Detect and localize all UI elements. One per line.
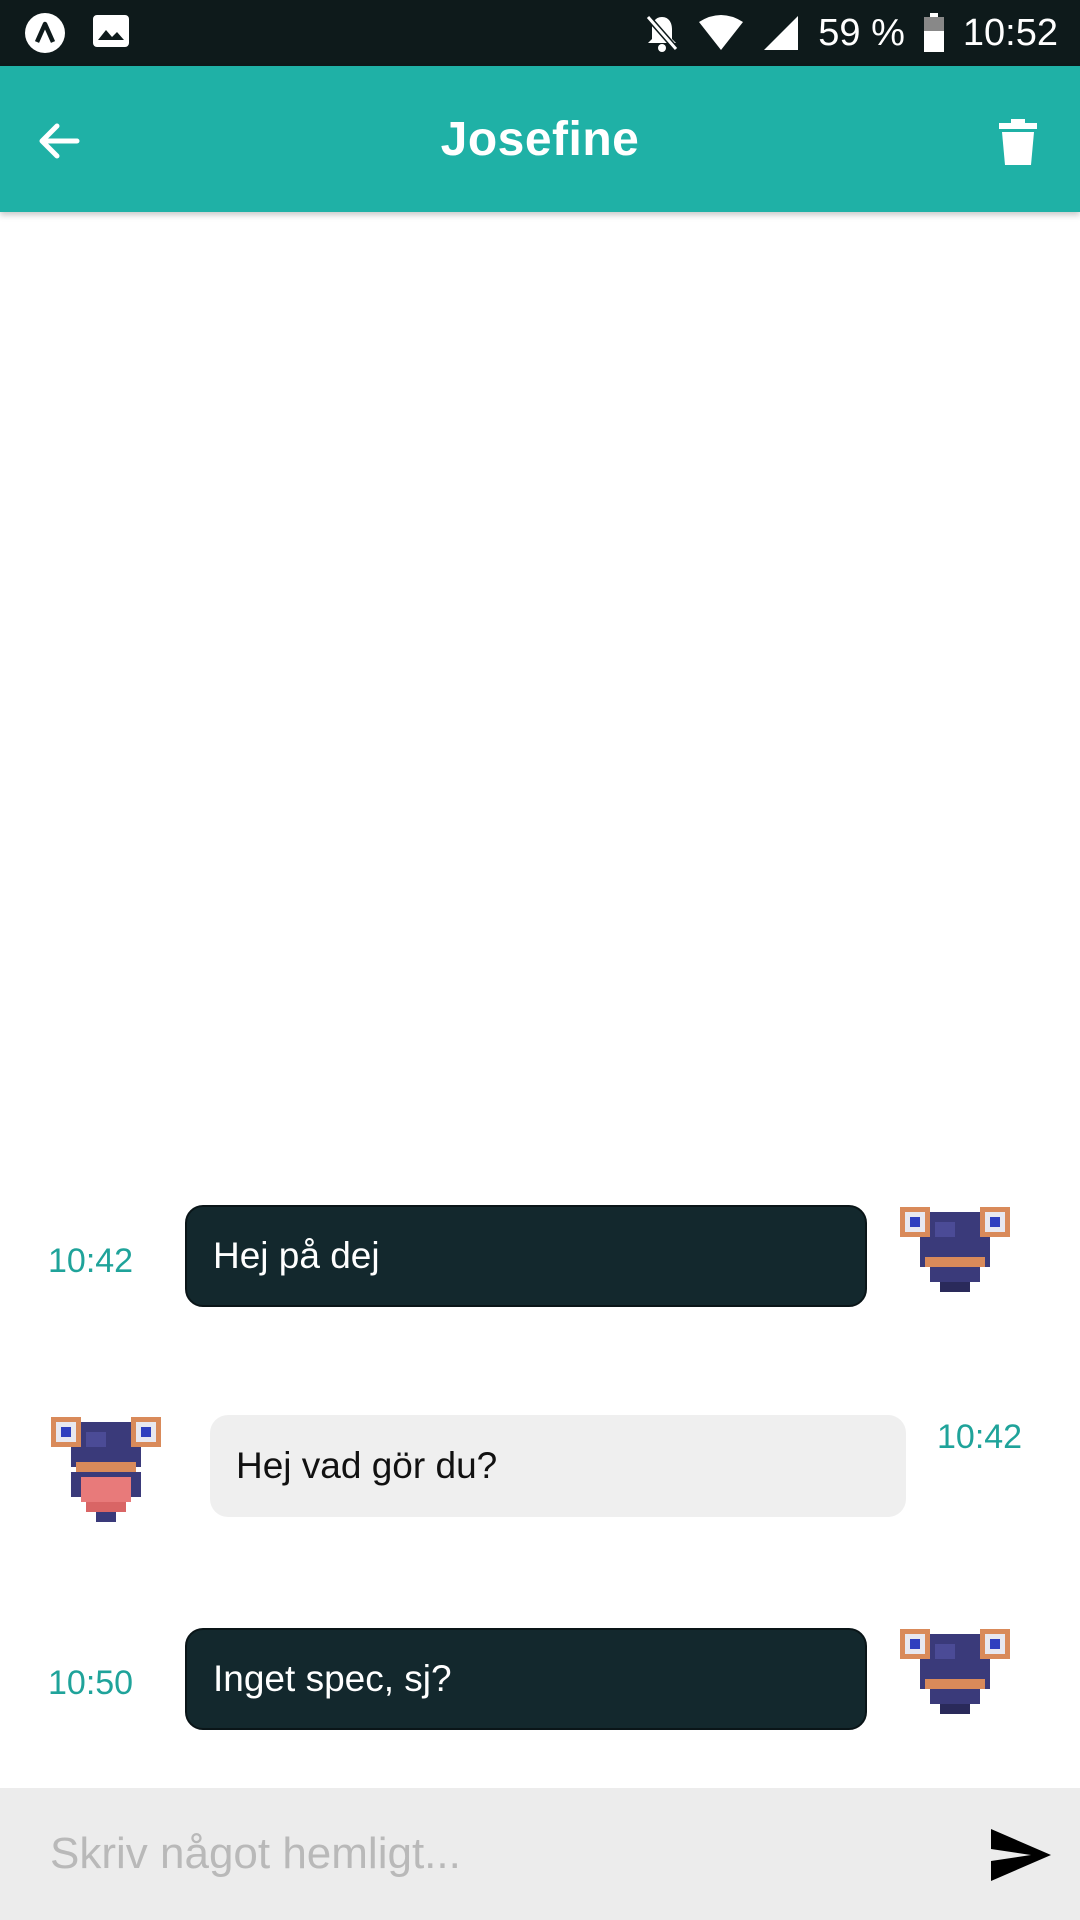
message-bubble-incoming: Hej vad gör du?: [210, 1415, 906, 1517]
message-text: Hej vad gör du?: [236, 1445, 498, 1486]
message-bubble-outgoing: Inget spec, sj?: [185, 1628, 867, 1730]
message-text: Hej på dej: [213, 1235, 380, 1276]
back-button[interactable]: [24, 106, 94, 176]
user-avatar-icon: [895, 1202, 1015, 1322]
status-time: 10:52: [962, 11, 1058, 54]
message-time: 10:50: [48, 1664, 134, 1702]
contact-avatar-icon: [46, 1412, 166, 1532]
delete-conversation-button[interactable]: [988, 110, 1048, 174]
message-list[interactable]: 10:42 Hej på dej Hej vad gör du? 10:42 1…: [0, 212, 1080, 1788]
battery-icon: [923, 13, 945, 53]
arrow-left-icon: [39, 123, 80, 159]
message-composer: [0, 1788, 1080, 1920]
app-bar: Josefine: [0, 66, 1080, 212]
app-notification-icon: [24, 12, 66, 54]
bell-off-icon: [644, 13, 680, 53]
image-notification-icon: [92, 12, 134, 54]
trash-icon: [999, 119, 1037, 165]
message-bubble-outgoing: Hej på dej: [185, 1205, 867, 1307]
status-bar: 59 % 10:52: [0, 0, 1080, 66]
send-button[interactable]: [984, 1818, 1058, 1892]
message-input[interactable]: [50, 1788, 950, 1920]
user-avatar-icon: [895, 1624, 1015, 1744]
message-text: Inget spec, sj?: [213, 1658, 452, 1699]
send-icon: [991, 1829, 1051, 1881]
message-time: 10:42: [48, 1242, 134, 1280]
wifi-icon: [698, 14, 744, 52]
battery-percent: 59 %: [818, 11, 905, 54]
cell-signal-icon: [762, 14, 800, 52]
page-title: Josefine: [440, 112, 640, 166]
message-time: 10:42: [937, 1418, 1023, 1456]
